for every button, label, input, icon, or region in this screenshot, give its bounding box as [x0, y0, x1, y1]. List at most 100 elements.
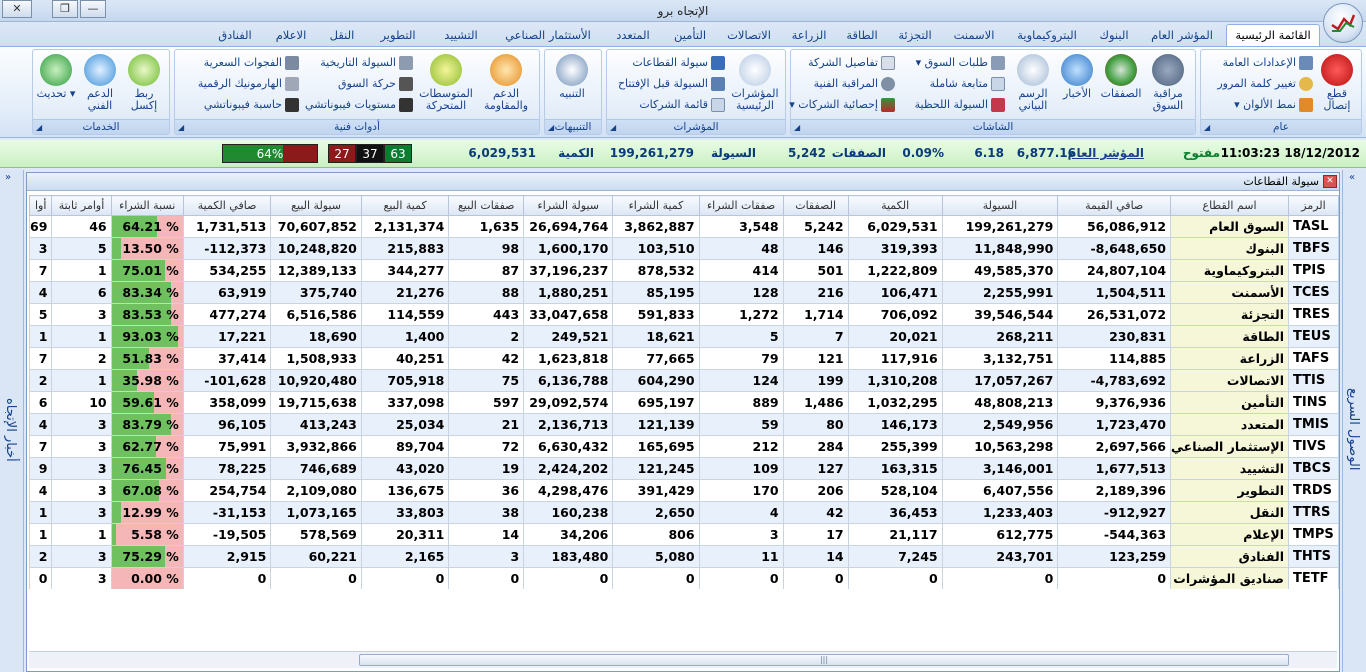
support-resistance-button[interactable]: الدعم والمقاومة [477, 52, 535, 112]
column-header[interactable]: سيولة الشراء [523, 195, 614, 216]
column-header[interactable]: نسبة الشراء [110, 195, 184, 216]
tab-insurance[interactable]: التأمين [664, 24, 716, 46]
tab-multi[interactable]: المتعدد [604, 24, 662, 46]
main-indices-button[interactable]: المؤشرات الرئيسية [729, 52, 781, 112]
tab-agriculture[interactable]: الزراعة [782, 24, 836, 46]
moving-averages-button[interactable]: المتوسطات المتحركة [417, 52, 475, 112]
market-move-button[interactable]: حركة السوق [338, 74, 413, 93]
tab-telecom[interactable]: الاتصالات [718, 24, 780, 46]
expand-icon[interactable]: » [5, 172, 11, 183]
excel-link-button[interactable]: ربط إكسل [123, 52, 165, 112]
table-row[interactable]: 0 3 0.00 % 0 0 0 0 0 0 0 0 0 0 0 صناديق المؤشرات TETF [29, 567, 1339, 589]
column-header[interactable]: الرمز [1288, 195, 1339, 216]
tab-general-index[interactable]: المؤشر العام [1140, 24, 1224, 46]
market-watch-button[interactable]: مراقبة السوق [1145, 52, 1191, 112]
table-row[interactable]: 1 1 5.58 % -19,505 578,569 20,311 14 34,206 806 3… [29, 523, 1339, 546]
column-header[interactable]: كمية البيع [360, 195, 450, 216]
group-launcher-icon[interactable]: ◢ [548, 123, 554, 132]
close-button[interactable]: ✕ [1323, 175, 1337, 188]
preopen-liquidity-button[interactable]: السيولة قبل الإفتتاح [618, 74, 725, 93]
harmonic-button[interactable]: الهارمونيك الرقمية [198, 74, 299, 93]
group-launcher-icon[interactable]: ◢ [178, 123, 184, 132]
tab-energy[interactable]: الطاقة [838, 24, 886, 46]
table-row[interactable]: 5 3 83.53 % 477,274 6,516,586 114,559 443 33,04… [29, 303, 1339, 326]
horizontal-scrollbar[interactable]: ||| [29, 651, 1337, 668]
right-side-panel[interactable]: « الوصول السريع [1342, 170, 1366, 672]
column-header[interactable]: سيولة البيع [270, 195, 362, 216]
scrollbar-thumb[interactable]: ||| [359, 654, 1289, 666]
tech-support-button[interactable]: الدعم الفني [79, 52, 121, 112]
column-header[interactable]: صافي القيمة [1057, 195, 1172, 216]
chart-button[interactable]: الرسم البياني [1011, 52, 1055, 112]
table-row[interactable]: 3 5 13.50 % -112,373 10,248,820 215,883 98 1,60… [29, 237, 1339, 260]
tab-banks[interactable]: البنوك [1090, 24, 1138, 46]
tech-watch-button[interactable]: المراقبة الفنية [814, 74, 895, 93]
collapse-icon[interactable]: « [1349, 172, 1355, 183]
table-row[interactable]: 4 6 83.34 % 63,919 375,740 21,276 88 1,880,251 8… [29, 281, 1339, 304]
deals-button[interactable]: الصفقات [1099, 52, 1143, 100]
market-orders-button[interactable]: ▾ طلبات السوق [916, 53, 1005, 72]
table-row[interactable]: 7 3 62.77 % 75,991 3,932,866 89,704 72 6,630,43… [29, 435, 1339, 458]
group-launcher-icon[interactable]: ◢ [610, 123, 616, 132]
table-row[interactable]: 69 46 64.21 % 1,731,513 70,607,852 2,131,374 1… [29, 215, 1339, 238]
company-stats-button[interactable]: ▾ إحصائية الشركات [789, 95, 895, 114]
table-row[interactable]: 9 3 76.45 % 78,225 746,689 43,020 19 2,424,202 1… [29, 457, 1339, 480]
historical-liquidity-button[interactable]: السيولة التاريخية [320, 53, 413, 72]
tab-development[interactable]: التطوير [368, 24, 428, 46]
table-row[interactable]: 7 1 75.01 % 534,255 12,389,133 344,277 87 37,19… [29, 259, 1339, 282]
table-row[interactable]: 2 3 75.29 % 2,915 60,221 2,165 3 183,480 5,080 11… [29, 545, 1339, 568]
tab-hotels[interactable]: الفنادق [206, 24, 264, 46]
table-row[interactable]: 1 3 12.99 % -31,153 1,073,165 33,803 38 160,238… [29, 501, 1339, 524]
tab-media[interactable]: الاعلام [266, 24, 316, 46]
column-header[interactable]: أوامر ثابتة [51, 195, 112, 216]
fib-calc-button[interactable]: حاسبة فيبوناتشي [204, 95, 299, 114]
cell-value: 6,516,586 [270, 303, 362, 326]
app-menu-button[interactable] [1323, 3, 1363, 43]
table-row[interactable]: 1 1 93.03 % 17,221 18,690 1,400 2 249,521 18,621… [29, 325, 1339, 348]
column-header[interactable]: السيولة [941, 195, 1059, 216]
fib-levels-button[interactable]: مستويات فيبوناتشي [305, 95, 413, 114]
column-header[interactable]: صافي الكمية [182, 195, 272, 216]
alert-button[interactable]: التنبيه [547, 52, 597, 100]
cell-value: 5 [51, 237, 112, 260]
tab-industrial-investment[interactable]: الأستثمار الصناعي [494, 24, 602, 46]
disconnect-button[interactable]: قطع إتصال [1317, 52, 1357, 112]
cell-value: 1,310,208 [847, 369, 943, 392]
table-row[interactable]: 7 2 51.83 % 37,414 1,508,933 40,251 42 1,623,81… [29, 347, 1339, 370]
column-header[interactable]: أوا [29, 195, 53, 216]
column-header[interactable]: الصفقات [782, 195, 849, 216]
full-follow-button[interactable]: متابعة شاملة [930, 74, 1005, 93]
company-details-button[interactable]: تفاصيل الشركة [808, 53, 895, 72]
tab-transport[interactable]: النقل [318, 24, 366, 46]
sector-liquidity-button[interactable]: سيولة القطاعات [632, 53, 725, 72]
general-settings-button[interactable]: الإعدادات العامة [1223, 53, 1313, 72]
instant-liquidity-button[interactable]: السيولة اللحظية [915, 95, 1005, 114]
column-header[interactable]: صفقات الشراء [698, 195, 784, 216]
left-side-panel[interactable]: » أخبار الإتجاه [0, 170, 24, 672]
group-launcher-icon[interactable]: ◢ [794, 123, 800, 132]
change-password-button[interactable]: تغيير كلمة المرور [1217, 74, 1313, 93]
cell-value: 75,991 [182, 435, 272, 458]
table-row[interactable]: 4 3 83.79 % 96,105 413,243 25,034 21 2,136,713 1… [29, 413, 1339, 436]
table-row[interactable]: 6 10 59.61 % 358,099 19,715,638 337,098 597 29,… [29, 391, 1339, 414]
column-header[interactable]: الكمية [847, 195, 943, 216]
tab-retail[interactable]: التجزئة [888, 24, 942, 46]
tab-cement[interactable]: الاسمنت [944, 24, 1004, 46]
group-launcher-icon[interactable]: ◢ [1204, 123, 1210, 132]
group-launcher-icon[interactable]: ◢ [36, 123, 42, 132]
column-header[interactable]: اسم القطاع [1170, 195, 1290, 216]
update-button[interactable]: تحديث ▾ [35, 52, 77, 100]
color-theme-button[interactable]: ▾ نمط الألوان [1234, 95, 1313, 114]
price-gaps-button[interactable]: الفجوات السعرية [204, 53, 299, 72]
column-header[interactable]: صفقات البيع [448, 195, 525, 216]
company-list-button[interactable]: قائمة الشركات [639, 95, 725, 114]
column-header[interactable]: كمية الشراء [612, 195, 700, 216]
ticker-index-label[interactable]: المؤشر العام [1068, 146, 1144, 160]
tab-petrochemical[interactable]: البتروكيماوية [1006, 24, 1088, 46]
table-row[interactable]: 4 3 67.08 % 254,754 2,109,080 136,675 36 4,298,… [29, 479, 1339, 502]
tab-construction[interactable]: التشييد [430, 24, 492, 46]
table-row[interactable]: 2 1 35.98 % -101,628 10,920,480 705,918 75 6,13… [29, 369, 1339, 392]
cell-value: 0 [698, 567, 784, 589]
tab-main-menu[interactable]: القائمة الرئيسية [1226, 24, 1320, 46]
news-button[interactable]: الأخبار [1057, 52, 1097, 100]
